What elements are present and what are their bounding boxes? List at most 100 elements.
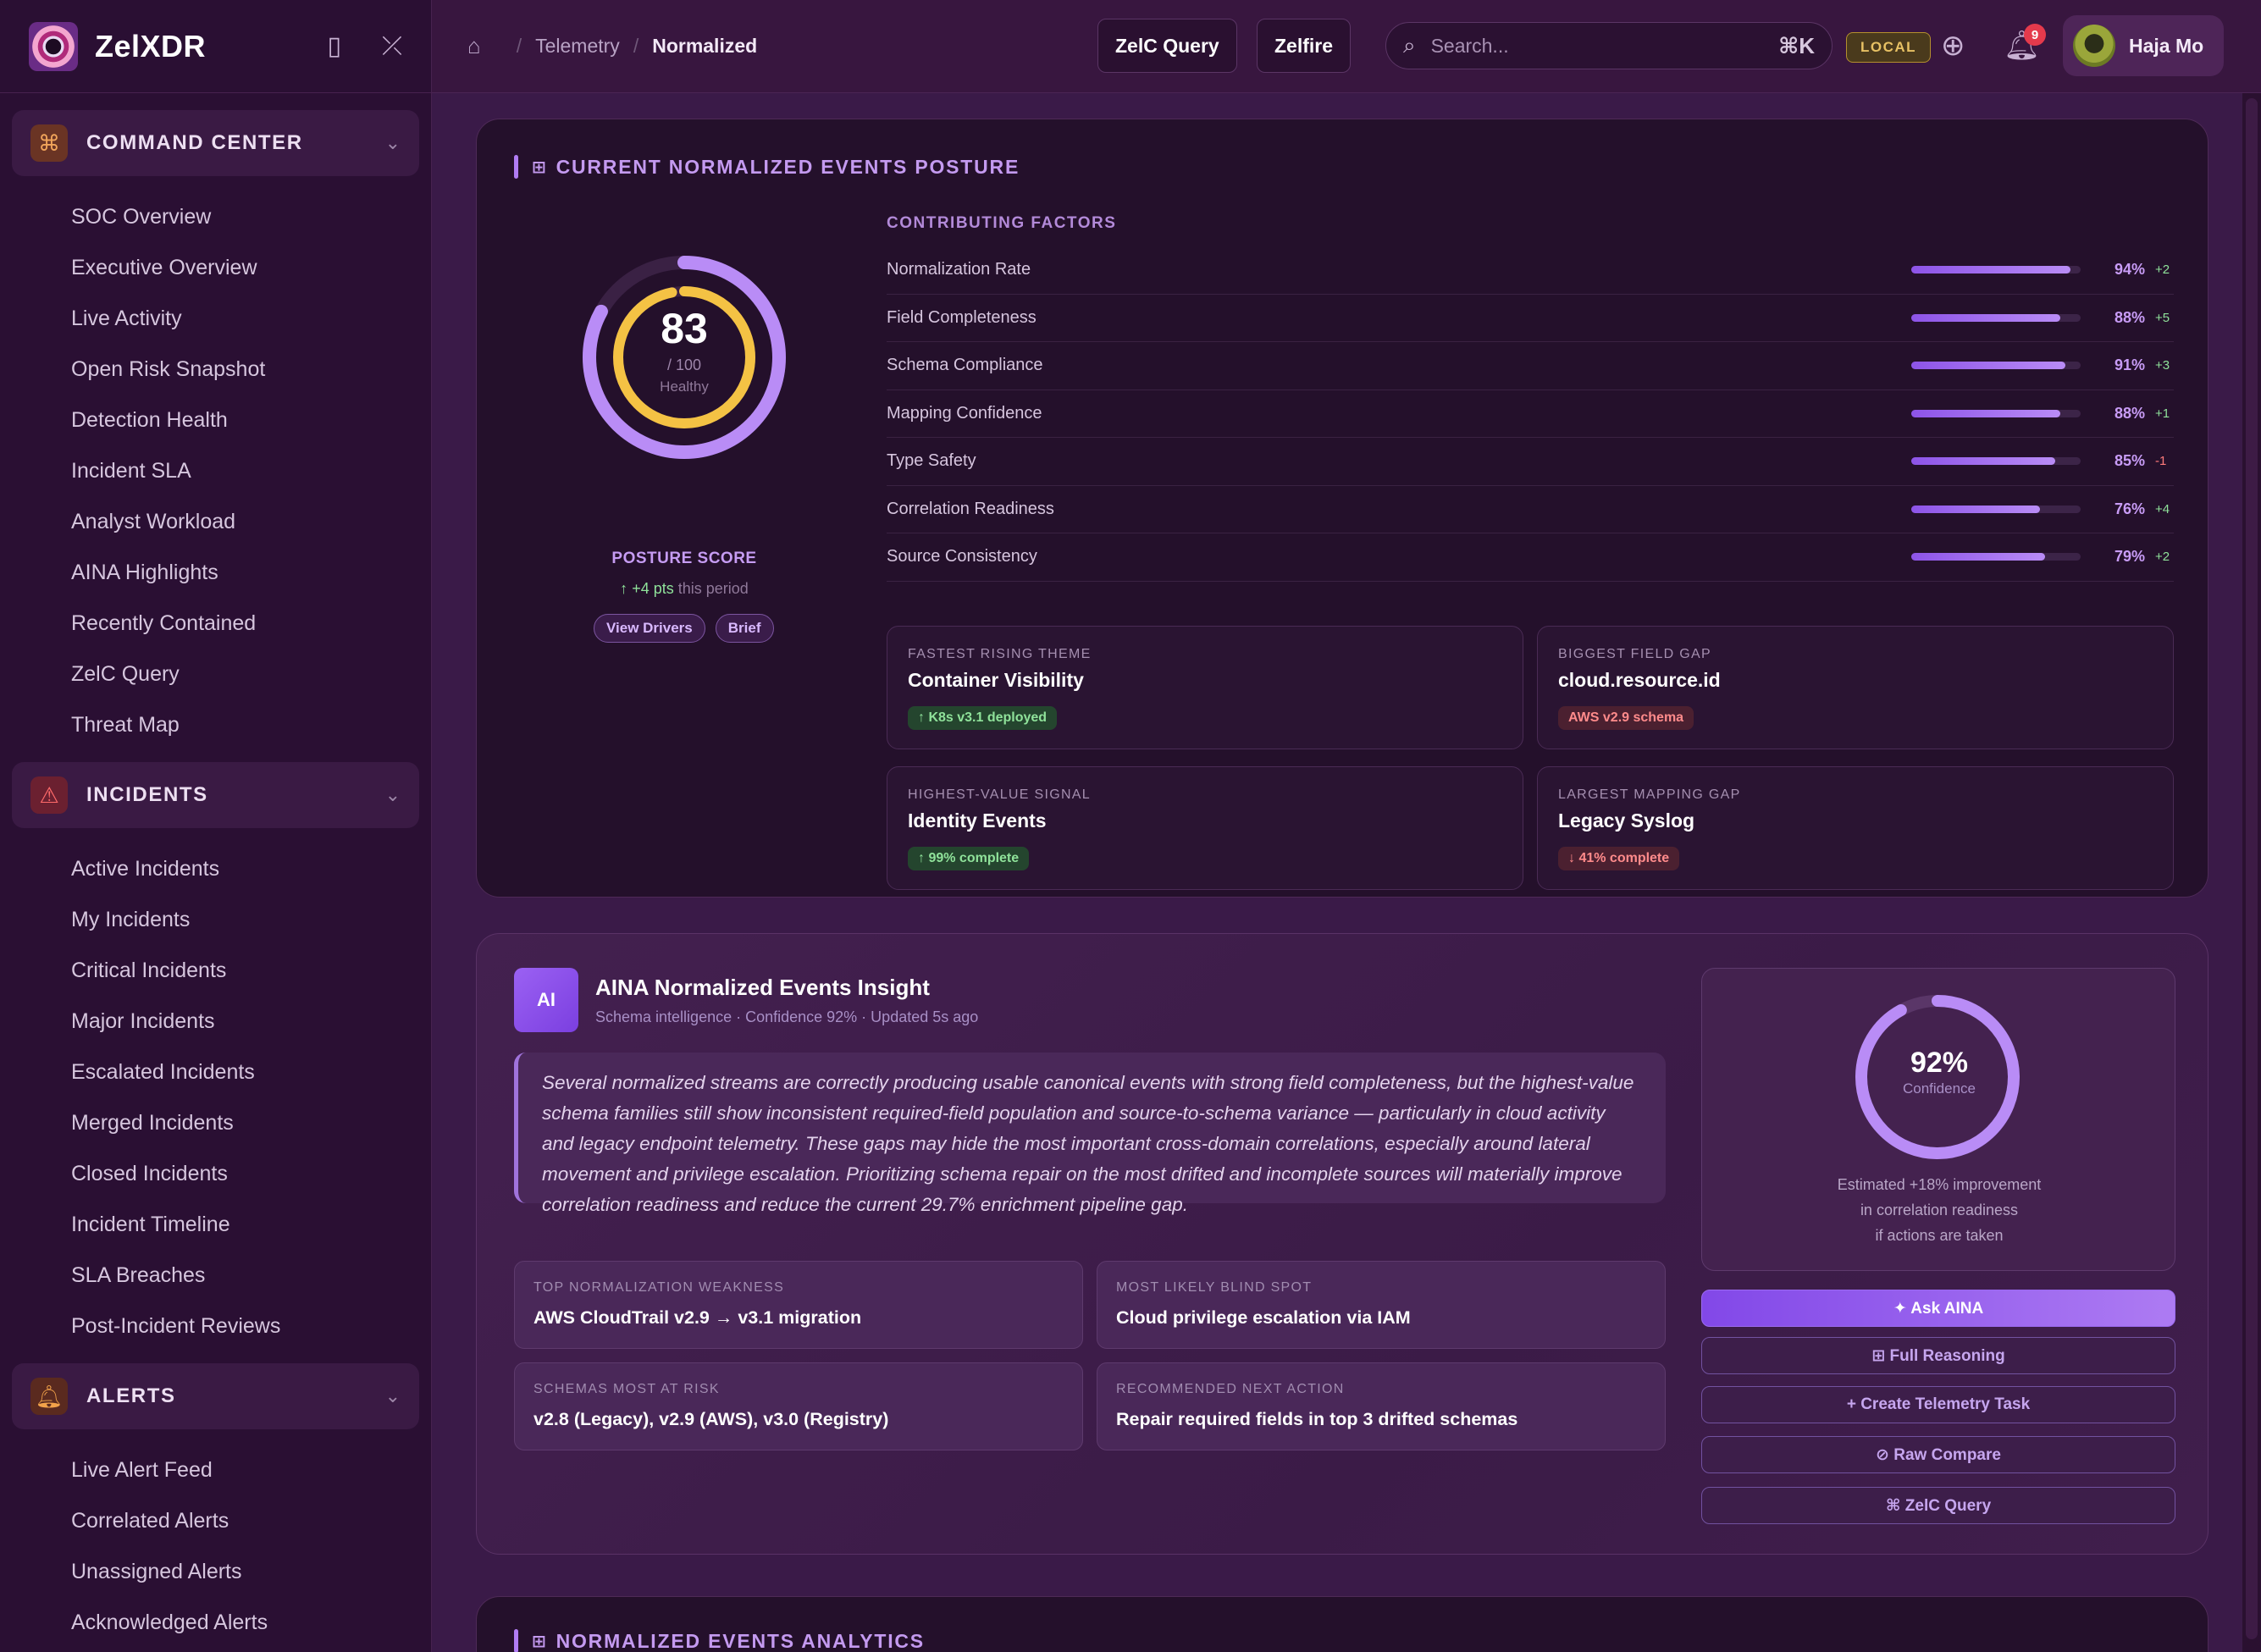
sidebar-item-incident-timeline[interactable]: Incident Timeline	[71, 1199, 419, 1250]
sidebar-item-zelc-query[interactable]: ZelC Query	[71, 649, 419, 699]
card-title: BIGGEST FIELD GAP	[1558, 647, 1711, 661]
factor-bar-fill	[1911, 457, 2055, 466]
sidebar-item-active-incidents[interactable]: Active Incidents	[71, 843, 419, 894]
sidebar-item-analyst-workload[interactable]: Analyst Workload	[71, 496, 419, 547]
sidebar-item-executive-overview[interactable]: Executive Overview	[71, 242, 419, 293]
insight-card-value: Repair required fields in top 3 drifted …	[1116, 1409, 1518, 1429]
posture-panel: ⊞ CURRENT NORMALIZED EVENTS POSTURE 83 /…	[476, 119, 2208, 898]
zelxdr-logo-icon[interactable]	[29, 21, 78, 71]
factor-name: Type Safety	[887, 451, 976, 471]
sidebar-item-unassigned-alerts[interactable]: Unassigned Alerts	[71, 1546, 419, 1597]
sidebar-item-recently-contained[interactable]: Recently Contained	[71, 598, 419, 649]
sidebar-item-soc-overview[interactable]: SOC Overview	[71, 191, 419, 242]
sidebar-item-my-incidents[interactable]: My Incidents	[71, 894, 419, 945]
factor-row: Correlation Readiness 76% +4	[887, 486, 2174, 533]
factor-name: Schema Compliance	[887, 356, 1043, 375]
insight-card: TOP NORMALIZATION WEAKNESS AWS CloudTrail…	[514, 1261, 1083, 1349]
factor-bar-fill	[1911, 362, 2065, 370]
breadcrumb-telemetry[interactable]: Telemetry	[535, 35, 620, 58]
sidebar-item-live-activity[interactable]: Live Activity	[71, 293, 419, 344]
breadcrumb-separator: /	[516, 35, 522, 57]
sidebar-item-escalated-incidents[interactable]: Escalated Incidents	[71, 1047, 419, 1097]
factor-delta: +4	[2155, 501, 2170, 517]
factor-delta: +2	[2155, 550, 2170, 565]
user-menu[interactable]: Haja Mo	[2063, 15, 2224, 76]
avatar	[2073, 25, 2115, 67]
chevron-down-icon[interactable]: ⌄	[385, 784, 401, 806]
sidebar-item-incident-sla[interactable]: Incident SLA	[71, 445, 419, 496]
factor-name: Source Consistency	[887, 547, 1037, 566]
sidebar-item-sla-breaches[interactable]: SLA Breaches	[71, 1250, 419, 1301]
brand-header: ZelXDR ▯ ⤫	[0, 0, 431, 93]
confidence-note: Estimated +18% improvement in correlatio…	[1702, 1172, 2176, 1248]
sidebar-item-acknowledged-alerts[interactable]: Acknowledged Alerts	[71, 1597, 419, 1648]
factor-delta: +2	[2155, 262, 2170, 278]
posture-card[interactable]: LARGEST MAPPING GAP Legacy Syslog ↓ 41% co…	[1537, 766, 2174, 890]
sidebar-item-threat-map[interactable]: Threat Map	[71, 699, 419, 750]
insight-card: MOST LIKELY BLIND SPOT Cloud privilege es…	[1097, 1261, 1666, 1349]
nav-group-incidents[interactable]: ⚠ INCIDENTS ⌄	[12, 762, 419, 828]
bell-icon: 🔔︎	[30, 1378, 68, 1415]
zelc-query-action-button[interactable]: ⌘ ZelC Query	[1701, 1487, 2175, 1524]
sidebar-item-major-incidents[interactable]: Major Incidents	[71, 996, 419, 1047]
sidebar-item-critical-incidents[interactable]: Critical Incidents	[71, 945, 419, 996]
chevron-down-icon[interactable]: ⌄	[385, 132, 401, 154]
insight-subtitle: Schema intelligence · Confidence 92% · U…	[595, 1008, 979, 1025]
contributing-factors-title: CONTRIBUTING FACTORS	[887, 214, 1117, 232]
chevron-down-icon[interactable]: ⌄	[385, 1385, 401, 1407]
brief-button[interactable]: Brief	[715, 614, 774, 643]
insight-card-title: MOST LIKELY BLIND SPOT	[1116, 1280, 1313, 1295]
main-scrollbar[interactable]	[2242, 93, 2261, 1652]
breadcrumb-normalized: Normalized	[652, 35, 758, 57]
sidebar-item-aina-highlights[interactable]: AINA Highlights	[71, 547, 419, 598]
posture-card[interactable]: BIGGEST FIELD GAP cloud.resource.id AWS v2…	[1537, 626, 2174, 749]
add-icon[interactable]: ⊕	[1941, 29, 1965, 63]
collapse-icon[interactable]: ⤫	[382, 33, 402, 59]
sidebar-item-detection-health[interactable]: Detection Health	[71, 395, 419, 445]
card-badge: ↓ 41% complete	[1558, 847, 1680, 870]
sidebar-item-closed-incidents[interactable]: Closed Incidents	[71, 1148, 419, 1199]
factor-delta: +3	[2155, 358, 2170, 373]
view-drivers-button[interactable]: View Drivers	[594, 614, 705, 643]
nav-group-command-center[interactable]: ⌘ COMMAND CENTER ⌄	[12, 110, 419, 176]
confidence-box: 92% Confidence Estimated +18% improvemen…	[1701, 968, 2175, 1271]
zelfire-button[interactable]: Zelfire	[1257, 19, 1352, 73]
sidebar-item-merged-incidents[interactable]: Merged Incidents	[71, 1097, 419, 1148]
card-badge: ↑ 99% complete	[908, 847, 1030, 870]
posture-score-ring: 83 / 100 Healthy	[578, 251, 790, 463]
full-reasoning-button[interactable]: ⊞ Full Reasoning	[1701, 1337, 2175, 1374]
sidebar-item-correlated-alerts[interactable]: Correlated Alerts	[71, 1495, 419, 1546]
ask-aina-button[interactable]: ✦ Ask AINA	[1701, 1290, 2175, 1327]
zelc-query-button[interactable]: ZelC Query	[1097, 19, 1237, 73]
sidebar-item-post-incident-reviews[interactable]: Post-Incident Reviews	[71, 1301, 419, 1351]
sidebar-item-live-alert-feed[interactable]: Live Alert Feed	[71, 1445, 419, 1495]
search-input[interactable]: ⌕ Search... ⌘K	[1385, 22, 1833, 69]
nav-group-items: SOC Overview Executive Overview Live Activ…	[12, 185, 419, 762]
arrow-up-icon: ↑	[620, 580, 628, 597]
breadcrumb-separator: /	[633, 35, 639, 57]
insight-card: RECOMMENDED NEXT ACTION Repair required f…	[1097, 1362, 1666, 1450]
factor-value: 91%	[2114, 356, 2145, 374]
environment-badge: LOCAL	[1846, 32, 1932, 63]
home-icon[interactable]: ⌂	[467, 33, 481, 59]
contributing-factors-list: Normalization Rate 94% +2 Field Completenes…	[887, 246, 2174, 582]
factor-bar-fill	[1911, 266, 2070, 274]
panel-toggle-icon[interactable]: ▯	[327, 33, 341, 59]
posture-card[interactable]: FASTEST RISING THEME Container Visibility…	[887, 626, 1523, 749]
create-telemetry-task-button[interactable]: + Create Telemetry Task	[1701, 1386, 2175, 1423]
sidebar-item-open-risk-snapshot[interactable]: Open Risk Snapshot	[71, 344, 419, 395]
card-badge: ↑ K8s v3.1 deployed	[908, 706, 1058, 730]
breadcrumb: ⌂ / Telemetry / Normalized	[432, 33, 757, 59]
nav-group-items: Live Alert Feed Correlated Alerts Unassign…	[12, 1438, 419, 1652]
posture-score-max: / 100	[666, 356, 702, 373]
title-accent-bar	[514, 155, 518, 179]
nav-group-alerts[interactable]: 🔔︎ ALERTS ⌄	[12, 1363, 419, 1429]
grid-icon: ⊞	[532, 1632, 548, 1651]
posture-card[interactable]: HIGHEST-VALUE SIGNAL Identity Events ↑ 99%…	[887, 766, 1523, 890]
factor-bar-track	[1911, 266, 2081, 274]
user-name: Haja Mo	[2129, 34, 2204, 57]
raw-compare-button[interactable]: ⊘ Raw Compare	[1701, 1436, 2175, 1473]
search-placeholder: Search...	[1430, 34, 1509, 57]
factor-value: 79%	[2114, 548, 2145, 566]
scrollbar-thumb[interactable]	[2246, 98, 2258, 1639]
